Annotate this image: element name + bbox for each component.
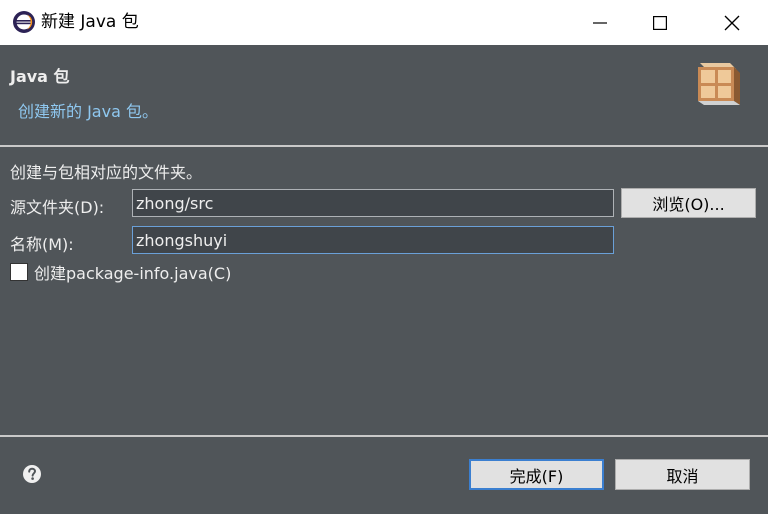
wizard-description: 创建新的 Java 包。 (18, 102, 158, 121)
new-java-package-dialog: 新建 Java 包 Java 包 创建新的 Java 包。 创建与包相对应的文件… (0, 0, 768, 514)
header-separator (0, 145, 768, 147)
close-button[interactable] (702, 0, 762, 45)
maximize-button[interactable] (630, 0, 690, 45)
package-icon (698, 63, 740, 105)
title-bar: 新建 Java 包 (0, 0, 768, 45)
name-label: 名称(M): (10, 235, 74, 254)
help-icon[interactable] (22, 464, 42, 484)
create-package-info-checkbox[interactable] (10, 263, 28, 281)
footer-separator (0, 435, 768, 437)
wizard-title: Java 包 (10, 67, 70, 86)
intro-text: 创建与包相对应的文件夹。 (10, 163, 203, 182)
minimize-icon (593, 21, 607, 24)
wizard-header: Java 包 创建新的 Java 包。 (0, 45, 768, 145)
window-title: 新建 Java 包 (41, 12, 139, 32)
create-package-info-label: 创建package-info.java(C) (34, 264, 232, 283)
create-package-info-option[interactable]: 创建package-info.java(C) (10, 261, 231, 283)
browse-button[interactable]: 浏览(O)... (621, 188, 756, 218)
package-name-input[interactable] (132, 226, 614, 254)
cancel-button[interactable]: 取消 (615, 459, 750, 490)
eclipse-icon (13, 11, 35, 33)
maximize-icon (653, 15, 667, 30)
close-icon (724, 15, 740, 30)
minimize-button[interactable] (570, 0, 630, 45)
finish-button[interactable]: 完成(F) (469, 459, 604, 490)
source-folder-input[interactable] (132, 189, 614, 217)
source-folder-label: 源文件夹(D): (10, 198, 105, 217)
